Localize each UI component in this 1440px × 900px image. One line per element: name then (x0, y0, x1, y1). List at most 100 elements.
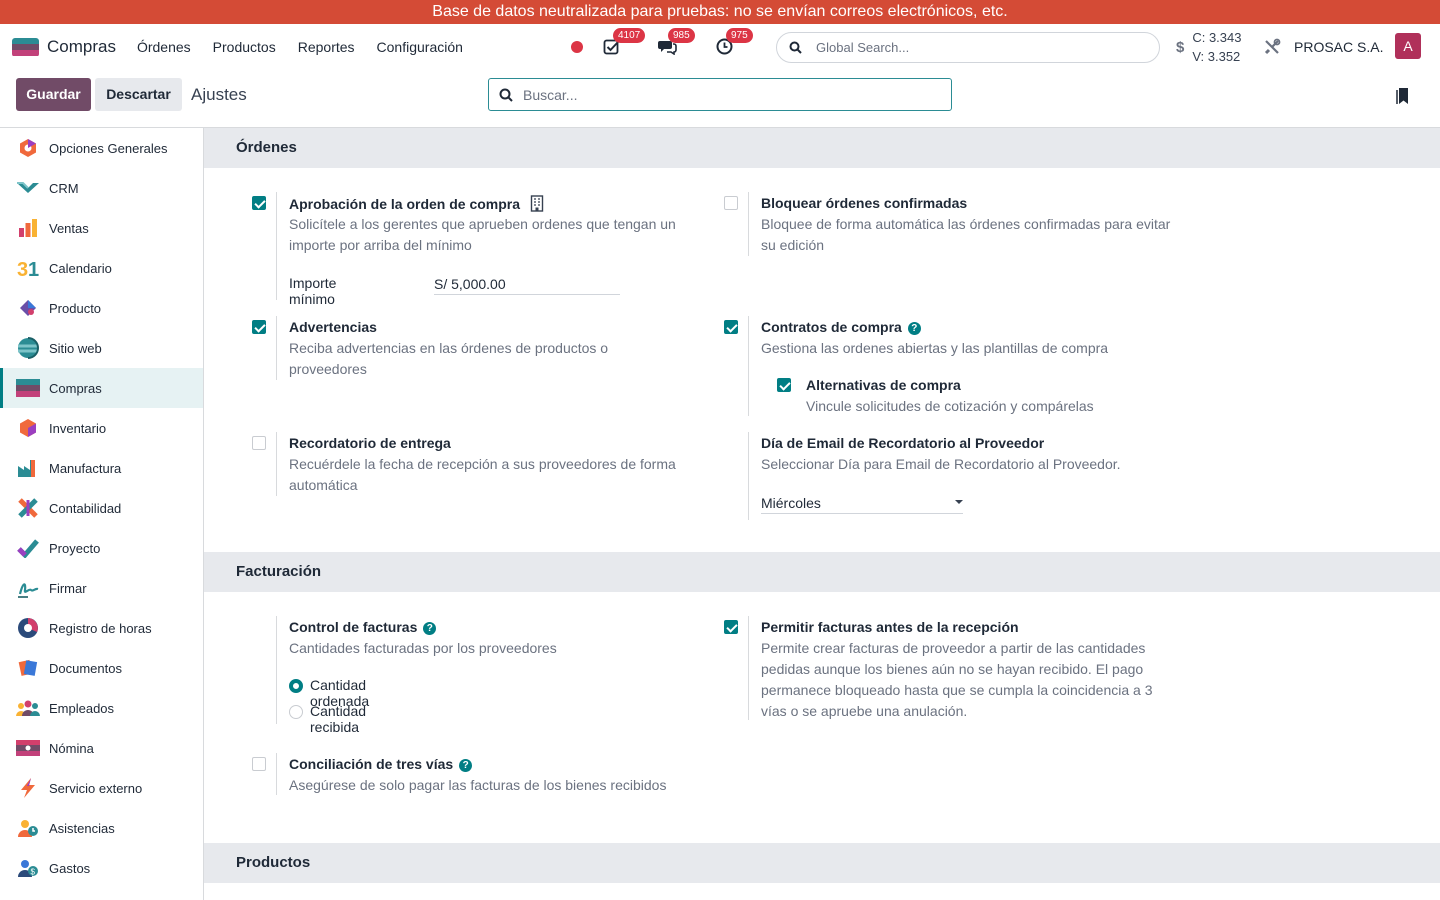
sidebar-item-field-service[interactable]: Servicio externo (0, 768, 203, 808)
svg-text:$: $ (31, 868, 36, 877)
activities-icon[interactable]: 4107 (603, 28, 646, 56)
sidebar-item-label: Compras (49, 380, 102, 396)
sidebar-item-purchase[interactable]: Compras (0, 368, 203, 408)
sidebar-item-label: Asistencias (49, 820, 115, 836)
setting-title: Día de Email de Recordatorio al Proveedo… (761, 435, 1045, 451)
sidebar-item-crm[interactable]: CRM (0, 168, 203, 208)
setting-description: Cantidades facturadas por los proveedore… (289, 640, 557, 656)
recording-indicator-icon[interactable] (571, 41, 583, 53)
debug-tools-icon[interactable] (1263, 38, 1281, 56)
purchase-icon (16, 376, 40, 400)
lock-orders-checkbox[interactable] (724, 196, 738, 210)
help-icon[interactable]: ? (423, 622, 437, 635)
sidebar-item-manufacturing[interactable]: Manufactura (0, 448, 203, 488)
bills-before-receipt-checkbox[interactable] (724, 620, 738, 634)
global-search-input[interactable]: Global Search... (776, 32, 1160, 63)
activities-badge: 4107 (613, 28, 646, 43)
test-database-banner: Base de datos neutralizada para pruebas:… (0, 0, 1440, 24)
settings-content: Órdenes Aprobación de la orden de compra… (204, 128, 1440, 900)
sidebar-item-expenses[interactable]: $ Gastos (0, 848, 203, 888)
setting-divider (276, 192, 277, 300)
company-switcher[interactable]: PROSAC S.A. (1294, 39, 1383, 55)
sidebar-item-employees[interactable]: Empleados (0, 688, 203, 728)
menu-orders[interactable]: Órdenes (137, 39, 191, 55)
menu-configuration[interactable]: Configuración (377, 39, 463, 55)
setting-description: Bloquee de forma automática las órdenes … (761, 216, 1171, 253)
sidebar-item-product[interactable]: Producto (0, 288, 203, 328)
crm-icon (16, 176, 40, 200)
clock-badge: 975 (726, 28, 753, 43)
sidebar-item-label: Firmar (49, 580, 87, 596)
min-amount-input[interactable]: S/ 5,000.00 (434, 276, 620, 295)
setting-description: Asegúrese de solo pagar las facturas de … (289, 777, 667, 793)
accounting-icon (16, 496, 40, 520)
settings-search-input[interactable]: Buscar... (488, 78, 952, 111)
app-brand[interactable]: Compras (12, 37, 116, 57)
settings-sidebar: Opciones Generales CRM Ventas 31 Calenda… (0, 128, 204, 900)
discard-button[interactable]: Descartar (95, 78, 182, 111)
messages-icon[interactable]: 985 (658, 28, 695, 56)
po-approval-checkbox[interactable] (252, 196, 266, 210)
sidebar-item-label: Gastos (49, 860, 91, 876)
svg-text:3: 3 (17, 259, 28, 278)
sidebar-item-label: Manufactura (49, 460, 122, 476)
sign-icon (16, 576, 40, 600)
sidebar-item-documents[interactable]: Documentos (0, 648, 203, 688)
calendar-icon: 31 (16, 256, 40, 280)
general-options-icon (16, 136, 40, 160)
radio-ordered-quantity[interactable] (289, 679, 303, 693)
menu-products[interactable]: Productos (213, 39, 276, 55)
three-way-checkbox[interactable] (252, 757, 266, 771)
bookmark-icon[interactable] (1396, 87, 1410, 105)
setting-divider (748, 192, 749, 256)
setting-title: Contratos de compra? (761, 319, 921, 335)
sidebar-item-payroll[interactable]: Nómina (0, 728, 203, 768)
sidebar-item-label: Contabilidad (49, 500, 122, 516)
user-avatar[interactable]: A (1395, 33, 1421, 59)
app-name: Compras (47, 37, 116, 56)
section-products-title: Productos (204, 843, 1440, 883)
main-menu: Órdenes Productos Reportes Configuración (137, 39, 485, 55)
dollar-icon: $ (1176, 38, 1185, 56)
setting-description: Recuérdele la fecha de recepción a sus p… (289, 456, 676, 493)
search-icon (789, 41, 802, 54)
sidebar-item-general-options[interactable]: Opciones Generales (0, 128, 203, 168)
sidebar-item-timesheet[interactable]: Registro de horas (0, 608, 203, 648)
receipt-reminder-checkbox[interactable] (252, 436, 266, 450)
currency-rates[interactable]: $ C: 3.343 V: 3.352 (1176, 28, 1242, 66)
sidebar-item-label: Sitio web (49, 340, 102, 356)
sidebar-item-label: Producto (49, 300, 102, 316)
save-button[interactable]: Guardar (16, 78, 91, 111)
sidebar-item-sign[interactable]: Firmar (0, 568, 203, 608)
sidebar-item-label: Calendario (49, 260, 112, 276)
svg-text:1: 1 (28, 259, 39, 278)
sidebar-item-calendar[interactable]: 31 Calendario (0, 248, 203, 288)
sidebar-item-attendances[interactable]: Asistencias (0, 808, 203, 848)
buy-rate: C: 3.343 (1192, 30, 1242, 45)
radio-received-quantity[interactable] (289, 705, 303, 719)
menu-reports[interactable]: Reportes (298, 39, 355, 55)
setting-title: Control de facturas? (289, 619, 437, 635)
setting-title: Aprobación de la orden de compra (289, 195, 544, 212)
setting-divider (276, 316, 277, 380)
section-orders-title: Órdenes (204, 128, 1440, 168)
agreements-checkbox[interactable] (724, 320, 738, 334)
setting-divider (276, 616, 277, 724)
help-icon[interactable]: ? (907, 322, 921, 335)
setting-divider (748, 432, 749, 520)
field-service-icon (16, 776, 40, 800)
warnings-checkbox[interactable] (252, 320, 266, 334)
sidebar-item-sales[interactable]: Ventas (0, 208, 203, 248)
sidebar-item-accounting[interactable]: Contabilidad (0, 488, 203, 528)
sidebar-item-project[interactable]: Proyecto (0, 528, 203, 568)
reminder-day-select[interactable]: Miércoles (761, 495, 963, 514)
employees-icon (16, 696, 40, 720)
sidebar-item-inventory[interactable]: Inventario (0, 408, 203, 448)
setting-description: Seleccionar Día para Email de Recordator… (761, 456, 1121, 472)
clock-icon[interactable]: 975 (716, 28, 753, 56)
help-icon[interactable]: ? (459, 759, 473, 772)
manufacturing-icon (16, 456, 40, 480)
sidebar-item-website[interactable]: Sitio web (0, 328, 203, 368)
settings-search-placeholder: Buscar... (523, 86, 578, 103)
alternatives-checkbox[interactable] (777, 378, 791, 392)
